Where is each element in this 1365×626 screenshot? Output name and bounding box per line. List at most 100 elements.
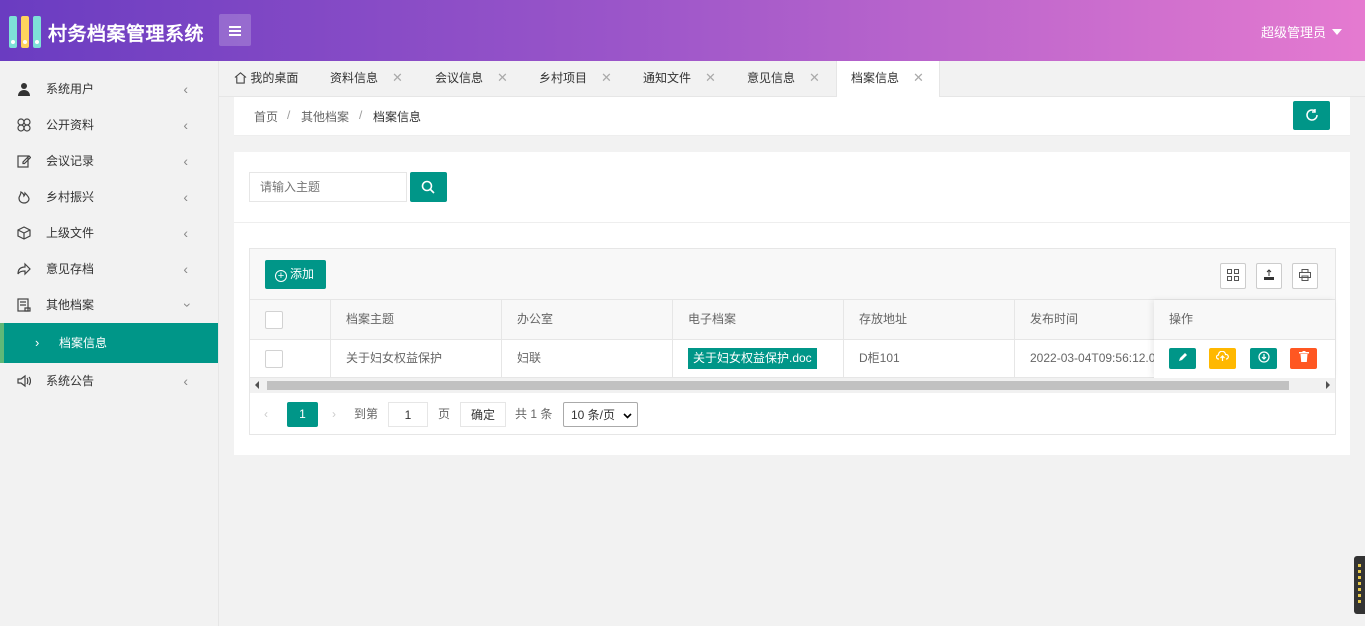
sidebar-item-other-archives[interactable]: 其他档案 ‹: [0, 287, 218, 323]
close-icon[interactable]: ✕: [705, 70, 716, 85]
edit-button[interactable]: [1169, 348, 1196, 369]
page-size-select[interactable]: 10 条/页: [563, 402, 638, 427]
breadcrumb-current: 档案信息: [373, 110, 422, 124]
total-count: 共 1 条: [515, 407, 553, 421]
column-header[interactable]: 办公室: [502, 300, 673, 339]
scroll-right-icon[interactable]: [1326, 381, 1330, 389]
pagination: ‹ 1 › 到第 1 页 确定 共 1 条 10 条/页: [250, 393, 1335, 435]
tab-label: 乡村项目: [539, 71, 588, 85]
tab-material-info[interactable]: 资料信息 ✕: [330, 61, 403, 97]
sidebar-item-system-announcements[interactable]: 系统公告 ‹: [0, 363, 218, 399]
menu-toggle-button[interactable]: [219, 14, 251, 46]
logo-icon: [9, 16, 42, 48]
search-button[interactable]: [410, 172, 447, 202]
user-name: 超级管理员: [1260, 25, 1326, 40]
tab-opinion-info[interactable]: 意见信息 ✕: [747, 61, 820, 97]
tab-village-projects[interactable]: 乡村项目 ✕: [539, 61, 612, 97]
chevron-left-icon: ‹: [183, 261, 188, 277]
share-icon: [17, 262, 31, 276]
close-icon[interactable]: ✕: [392, 70, 403, 85]
sidebar-item-opinion-archive[interactable]: 意见存档 ‹: [0, 251, 218, 287]
delete-button[interactable]: [1290, 348, 1317, 369]
tab-my-desktop[interactable]: 我的桌面: [234, 61, 298, 97]
main-card: +添加 档案主题 办公室 电子档案 存放地址 发布时间 关于妇女权益保护 妇联: [234, 152, 1350, 455]
tab-notice-files[interactable]: 通知文件 ✕: [643, 61, 716, 97]
chevron-left-icon: ‹: [183, 81, 188, 97]
refresh-icon: [1305, 109, 1318, 121]
sidebar-item-label: 上级文件: [46, 226, 95, 240]
sidebar-item-superior-documents[interactable]: 上级文件 ‹: [0, 215, 218, 251]
sidebar-item-label: 其他档案: [46, 298, 95, 312]
cell-location: D柜101: [844, 340, 1015, 377]
export-button[interactable]: [1256, 263, 1282, 289]
chevron-down-icon: ‹: [177, 302, 194, 308]
search-icon: [421, 180, 435, 194]
breadcrumb-separator: /: [359, 108, 363, 122]
search-input[interactable]: [249, 172, 407, 202]
scroll-left-icon[interactable]: [255, 381, 259, 389]
print-button[interactable]: [1292, 263, 1318, 289]
print-icon: [1299, 269, 1311, 281]
upload-button[interactable]: [1209, 348, 1236, 369]
speaker-icon: [17, 374, 31, 388]
file-icon: [17, 298, 31, 312]
columns-filter-button[interactable]: [1220, 263, 1246, 289]
row-checkbox[interactable]: [265, 349, 283, 368]
add-button-label: 添加: [290, 267, 315, 281]
horizontal-scrollbar[interactable]: [250, 378, 1335, 393]
file-link[interactable]: 关于妇女权益保护.doc: [688, 348, 817, 369]
chevron-right-icon: ›: [35, 335, 40, 350]
fire-icon: [18, 191, 30, 204]
header-checkbox-cell: [250, 300, 331, 339]
sidebar-item-system-users[interactable]: 系统用户 ‹: [0, 71, 218, 107]
breadcrumb-parent[interactable]: 其他档案: [301, 108, 349, 125]
tab-bar: 我的桌面 资料信息 ✕ 会议信息 ✕ 乡村项目 ✕ 通知文件 ✕ 意见信息 ✕ 档案信息 ✕: [219, 61, 1365, 98]
sidebar-item-label: 意见存档: [46, 262, 95, 276]
prev-page-icon[interactable]: ‹: [264, 402, 268, 427]
sidebar-item-rural-revitalization[interactable]: 乡村振兴 ‹: [0, 179, 218, 215]
tab-archive-info[interactable]: 档案信息 ✕: [836, 61, 940, 98]
close-icon[interactable]: ✕: [809, 70, 820, 85]
breadcrumb-separator: /: [287, 108, 291, 122]
download-icon: [1257, 351, 1270, 363]
close-icon[interactable]: ✕: [601, 70, 612, 85]
goto-page-input[interactable]: 1: [388, 402, 428, 427]
goto-confirm-button[interactable]: 确定: [460, 402, 506, 427]
top-header: 村务档案管理系统 超级管理员: [0, 0, 1365, 61]
select-all-checkbox[interactable]: [265, 310, 283, 329]
add-button[interactable]: + 添加: [265, 260, 326, 289]
tab-label: 会议信息: [435, 71, 484, 85]
cell-file: 关于妇女权益保护.doc: [673, 340, 844, 377]
scrollbar-thumb[interactable]: [267, 381, 1289, 390]
clover-icon: [17, 118, 31, 132]
operations-column: 操作: [1154, 300, 1335, 378]
breadcrumb-home[interactable]: 首页: [254, 108, 278, 125]
close-icon[interactable]: ✕: [913, 70, 924, 85]
goto-label: 到第: [354, 407, 379, 421]
data-table: +添加 档案主题 办公室 电子档案 存放地址 发布时间 关于妇女权益保护 妇联: [249, 248, 1336, 435]
sidebar-item-public-info[interactable]: 公开资料 ‹: [0, 107, 218, 143]
trash-icon: [1298, 351, 1309, 362]
sidebar-subitem-archive-info[interactable]: › 档案信息: [0, 323, 218, 363]
download-button[interactable]: [1250, 348, 1277, 369]
close-icon[interactable]: ✕: [497, 70, 508, 85]
column-header: 操作: [1154, 300, 1335, 340]
cell-subject: 关于妇女权益保护: [331, 340, 502, 377]
column-header[interactable]: 存放地址: [844, 300, 1015, 339]
side-widget[interactable]: [1354, 556, 1365, 614]
column-header[interactable]: 档案主题: [331, 300, 502, 339]
tab-meeting-info[interactable]: 会议信息 ✕: [435, 61, 508, 97]
sidebar: 系统用户 ‹ 公开资料 ‹ 会议记录 ‹ 乡村振兴 ‹ 上级文件 ‹ 意见存档 …: [0, 61, 219, 626]
page-number-current[interactable]: 1: [287, 402, 318, 427]
table-toolbar: + 添加: [250, 249, 1335, 300]
sidebar-item-meeting-records[interactable]: 会议记录 ‹: [0, 143, 218, 179]
refresh-button[interactable]: [1293, 101, 1330, 130]
sidebar-item-label: 会议记录: [46, 154, 95, 168]
tab-label: 我的桌面: [250, 71, 299, 85]
column-header[interactable]: 电子档案: [673, 300, 844, 339]
cloud-upload-icon: [1215, 350, 1229, 361]
user-menu[interactable]: 超级管理员: [1261, 22, 1342, 41]
next-page-icon[interactable]: ›: [332, 402, 336, 427]
page-size-value: 10 条/页: [571, 408, 616, 422]
export-icon: [1264, 269, 1274, 280]
